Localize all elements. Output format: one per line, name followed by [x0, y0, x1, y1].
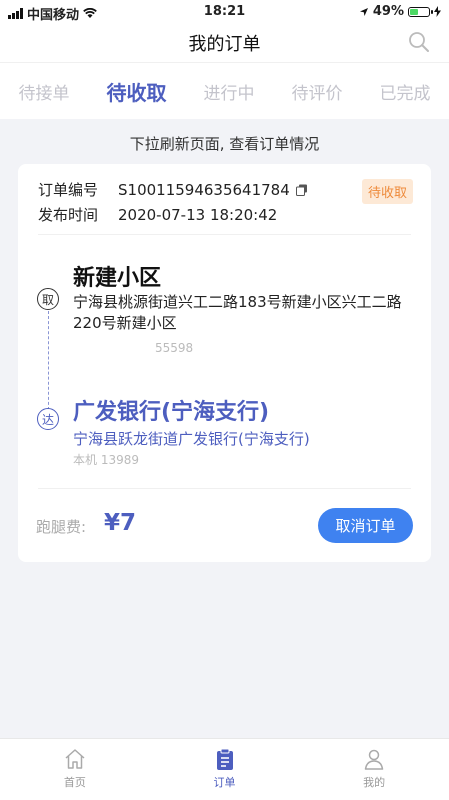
tab-in-progress[interactable]: 进行中 — [200, 79, 259, 104]
order-number-row: 订单编号 S10011594635641784 — [38, 179, 308, 200]
status-right: 49% — [359, 4, 441, 19]
copy-icon[interactable] — [295, 184, 308, 196]
delivery-marker: 达 — [37, 408, 59, 430]
pickup-phone: 55598 — [155, 341, 194, 355]
home-icon — [65, 749, 85, 769]
clipboard-icon — [216, 748, 233, 770]
search-icon[interactable] — [407, 30, 431, 54]
publish-time: 2020-07-13 18:20:42 — [118, 205, 278, 224]
divider — [38, 234, 411, 235]
order-number-label: 订单编号 — [38, 181, 99, 199]
route-line — [48, 311, 49, 415]
tab-pending-review[interactable]: 待评价 — [288, 79, 347, 104]
order-number: S10011594635641784 — [118, 180, 290, 199]
publish-time-row: 发布时间 2020-07-13 18:20:42 — [38, 204, 277, 225]
order-card[interactable]: 订单编号 S10011594635641784 待收取 发布时间 2020-07… — [18, 164, 431, 562]
publish-time-label: 发布时间 — [38, 206, 99, 224]
fee-label: 跑腿费: — [36, 518, 87, 536]
pickup-name: 新建小区 — [73, 266, 162, 291]
tabbar-item-orders[interactable]: 订单 — [150, 739, 300, 800]
tab-pending-pickup[interactable]: 待收取 — [103, 77, 171, 106]
tabbar-label: 订单 — [213, 776, 236, 789]
pickup-marker: 取 — [37, 288, 59, 310]
tabbar-item-mine[interactable]: 我的 — [299, 739, 449, 800]
pickup-address: 宁海县桃源街道兴工二路183号新建小区兴工二路220号新建小区 — [73, 293, 402, 332]
tab-completed[interactable]: 已完成 — [376, 79, 435, 104]
fee-value: ¥7 — [104, 510, 137, 536]
divider — [38, 488, 411, 489]
status-bar: 中国移动 18:21 49% — [0, 0, 449, 24]
battery-level — [410, 8, 418, 15]
tab-pending-accept[interactable]: 待接单 — [15, 79, 74, 104]
tabbar-item-home[interactable]: 首页 — [0, 739, 150, 800]
location-arrow-icon — [359, 7, 368, 16]
status-badge: 待收取 — [361, 179, 413, 204]
battery-percent: 49% — [372, 4, 404, 19]
delivery-name: 广发银行(宁海支行) — [73, 400, 270, 425]
cancel-order-button[interactable]: 取消订单 — [318, 508, 413, 543]
tabbar-label: 首页 — [63, 776, 86, 789]
tabbar-label: 我的 — [363, 776, 386, 789]
bottom-tab-bar: 首页 订单 我的 — [0, 738, 449, 800]
charging-icon — [434, 6, 441, 17]
battery-icon — [408, 6, 433, 17]
delivery-phone: 本机 13989 — [73, 453, 139, 467]
nav-bar: 我的订单 — [0, 24, 449, 62]
order-status-tabs: 待接单 待收取 进行中 待评价 已完成 — [0, 62, 449, 119]
refresh-tip: 下拉刷新页面, 查看订单情况 — [129, 135, 320, 153]
person-icon — [364, 749, 384, 770]
delivery-address: 宁海县跃龙街道广发银行(宁海支行) — [73, 430, 310, 448]
page-title: 我的订单 — [188, 34, 261, 55]
